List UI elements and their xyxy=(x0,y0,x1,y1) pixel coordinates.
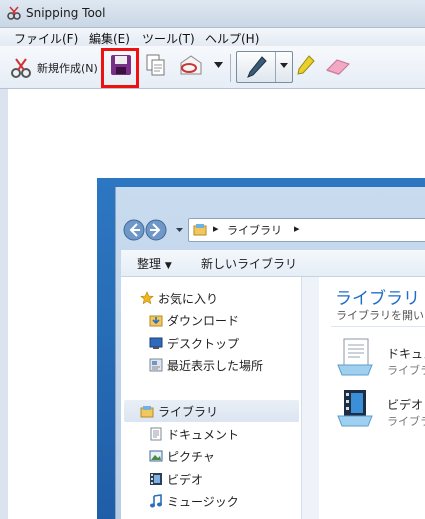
new-snip-button[interactable]: 新規作成(N) xyxy=(8,54,100,80)
content-divider xyxy=(331,326,425,327)
pen-tool-button[interactable] xyxy=(236,51,293,83)
new-library-button[interactable]: 新しいライブラリ xyxy=(201,255,297,272)
toolbar-separator xyxy=(230,54,231,82)
toolbar: 新規作成(N) xyxy=(0,46,425,89)
eraser-icon[interactable] xyxy=(323,56,353,76)
nav-pictures[interactable]: ピクチャ xyxy=(167,448,215,465)
explorer-command-bar: 整理 ▼ 新しいライブラリ xyxy=(121,250,425,277)
documents-icon xyxy=(150,427,162,441)
nav-downloads[interactable]: ダウンロード xyxy=(167,312,239,329)
save-button-highlight xyxy=(101,48,139,88)
breadcrumb-next-arrow-icon[interactable]: ▸ xyxy=(294,222,300,235)
organize-button[interactable]: 整理 ▼ xyxy=(137,255,172,272)
highlighter-icon[interactable] xyxy=(296,54,316,78)
breadcrumb-libraries[interactable]: ライブラリ xyxy=(227,222,282,238)
send-dropdown-arrow-icon[interactable] xyxy=(214,62,223,68)
address-bar[interactable]: ▸ ライブラリ ▸ xyxy=(188,218,425,242)
pane-divider[interactable] xyxy=(301,277,319,519)
content-heading: ライブラリ xyxy=(335,289,420,309)
nav-favorites[interactable]: お気に入り xyxy=(158,290,218,307)
content-item-videos-name[interactable]: ビデオ xyxy=(387,396,423,413)
copy-icon[interactable] xyxy=(145,53,167,77)
pictures-icon xyxy=(149,450,163,462)
breadcrumb-arrow-icon[interactable]: ▸ xyxy=(213,222,219,235)
pen-icon xyxy=(247,56,267,78)
new-snip-label: 新規作成(N) xyxy=(37,62,98,75)
menu-help[interactable]: ヘルプ(H) xyxy=(205,30,259,47)
menu-bar: ファイル(F) 編集(E) ツール(T) ヘルプ(H) xyxy=(0,28,425,46)
content-item-documents-type: ライブラ xyxy=(387,364,425,377)
recent-places-icon xyxy=(149,358,163,372)
documents-library-icon[interactable] xyxy=(336,337,374,377)
content-item-videos-type: ライブラ xyxy=(387,415,425,428)
nav-documents[interactable]: ドキュメント xyxy=(167,426,239,443)
libraries-folder-icon xyxy=(193,224,207,236)
window-title: Snipping Tool xyxy=(26,6,106,20)
videos-library-icon[interactable] xyxy=(336,388,374,428)
pen-split-divider xyxy=(275,52,276,82)
nav-libraries[interactable]: ライブラリ xyxy=(158,403,218,420)
downloads-folder-icon xyxy=(149,315,163,327)
videos-icon xyxy=(150,473,162,485)
music-icon xyxy=(150,494,162,508)
title-bar: Snipping Tool xyxy=(0,0,425,28)
nav-desktop[interactable]: デスクトップ xyxy=(167,335,239,352)
send-email-icon[interactable] xyxy=(178,54,204,76)
organize-dropdown-icon: ▼ xyxy=(164,261,172,271)
libraries-icon xyxy=(140,406,154,418)
scissors-icon xyxy=(11,58,31,78)
desktop-icon xyxy=(149,337,163,349)
back-forward-buttons[interactable] xyxy=(123,219,173,241)
nav-music[interactable]: ミュージック xyxy=(167,493,239,510)
nav-recent-places[interactable]: 最近表示した場所 xyxy=(167,357,263,374)
content-subtitle: ライブラリを開い xyxy=(336,309,424,322)
content-item-documents-name[interactable]: ドキュメ xyxy=(387,345,425,362)
organize-label: 整理 xyxy=(137,257,162,271)
pen-dropdown-arrow-icon[interactable] xyxy=(280,63,288,68)
history-dropdown-icon[interactable] xyxy=(176,228,183,232)
menu-file[interactable]: ファイル(F) xyxy=(14,30,78,47)
star-icon xyxy=(140,291,154,305)
menu-tools[interactable]: ツール(T) xyxy=(142,30,195,47)
snipping-tool-icon xyxy=(7,6,21,20)
nav-videos[interactable]: ビデオ xyxy=(167,471,203,488)
menu-edit[interactable]: 編集(E) xyxy=(89,30,130,47)
